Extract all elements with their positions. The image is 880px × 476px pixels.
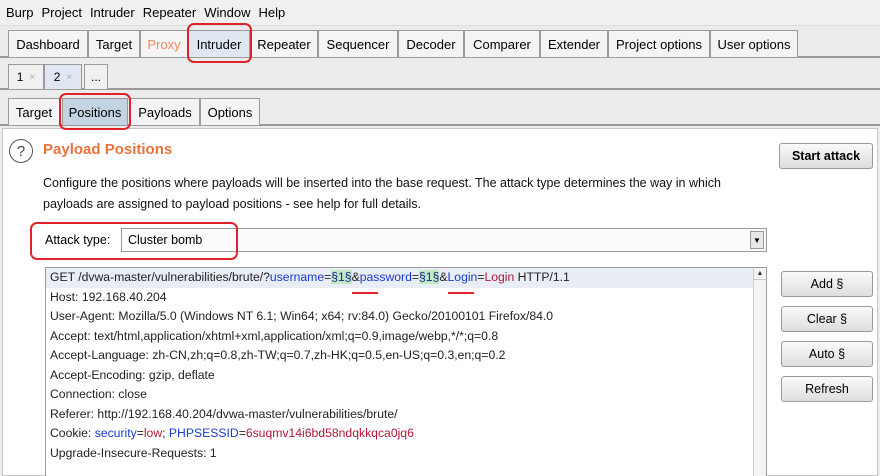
tab-intruder[interactable]: Intruder — [188, 30, 250, 57]
param-username: username — [269, 270, 325, 284]
menu-window[interactable]: Window — [202, 5, 252, 20]
close-icon[interactable]: × — [66, 72, 72, 83]
tab-extender[interactable]: Extender — [540, 30, 608, 57]
header-cookie: Cookie: security=low; PHPSESSID=6suqmv14… — [50, 426, 414, 440]
payload-positions-panel: ? Payload Positions Configure the positi… — [2, 128, 878, 476]
intruder-subtabs: Target Positions Payloads Options — [0, 96, 880, 126]
intruder-tab-2[interactable]: 2 × — [44, 64, 82, 89]
intruder-instance-tabs: 1 × 2 × ... — [0, 62, 880, 90]
new-tab-button[interactable]: ... — [84, 64, 108, 89]
subtab-target[interactable]: Target — [8, 98, 60, 125]
close-icon[interactable]: × — [29, 72, 35, 83]
header-referer: Referer: http://192.168.40.204/dvwa-mast… — [50, 406, 398, 421]
payload-marker-1: §1§ — [331, 270, 352, 284]
intruder-tab-1[interactable]: 1 × — [8, 64, 44, 89]
tab-user-options[interactable]: User options — [710, 30, 798, 57]
menu-project[interactable]: Project — [39, 5, 83, 20]
subtab-positions[interactable]: Positions — [62, 98, 128, 125]
panel-title: Payload Positions — [43, 141, 173, 158]
editor-scrollbar[interactable]: ▲ — [753, 268, 766, 476]
tab-decoder[interactable]: Decoder — [398, 30, 464, 57]
header-connection: Connection: close — [50, 387, 147, 401]
menu-burp[interactable]: Burp — [4, 5, 35, 20]
panel-description: Configure the positions where payloads w… — [43, 176, 721, 211]
attack-type-label: Attack type: — [45, 233, 111, 247]
subtab-payloads[interactable]: Payloads — [130, 98, 200, 125]
tab-proxy[interactable]: Proxy — [140, 30, 188, 57]
attack-type-value: Cluster bomb — [128, 233, 203, 247]
tab-comparer[interactable]: Comparer — [464, 30, 540, 57]
tab-repeater[interactable]: Repeater — [250, 30, 318, 57]
header-user-agent: User-Agent: Mozilla/5.0 (Windows NT 6.1;… — [50, 309, 554, 323]
request-line: GET /dvwa-master/vulnerabilities/brute/?… — [46, 268, 766, 288]
chevron-down-icon[interactable]: ▼ — [750, 231, 764, 249]
attack-type-select[interactable]: Cluster bomb ▼ — [121, 228, 767, 252]
menu-bar: Burp Project Intruder Repeater Window He… — [0, 0, 880, 26]
menu-repeater[interactable]: Repeater — [141, 5, 198, 20]
clear-markers-button[interactable]: Clear § — [781, 306, 873, 332]
main-tab-bar: Dashboard Target Proxy Intruder Repeater… — [0, 28, 880, 58]
help-icon[interactable]: ? — [9, 139, 33, 163]
refresh-button[interactable]: Refresh — [781, 376, 873, 402]
start-attack-button[interactable]: Start attack — [779, 143, 873, 169]
tab-target[interactable]: Target — [88, 30, 140, 57]
menu-help[interactable]: Help — [256, 5, 287, 20]
scroll-up-icon[interactable]: ▲ — [754, 268, 766, 280]
header-accept: Accept: text/html,application/xhtml+xml,… — [50, 328, 499, 343]
subtab-options[interactable]: Options — [200, 98, 260, 125]
menu-intruder[interactable]: Intruder — [88, 5, 137, 20]
payload-marker-2: §1§ — [419, 270, 440, 284]
tab-project-options[interactable]: Project options — [608, 30, 710, 57]
header-host: Host: 192.168.40.204 — [50, 289, 167, 304]
tab-dashboard[interactable]: Dashboard — [8, 30, 88, 57]
auto-markers-button[interactable]: Auto § — [781, 341, 873, 367]
tab-sequencer[interactable]: Sequencer — [318, 30, 398, 57]
header-accept-language: Accept-Language: zh-CN,zh;q=0.8,zh-TW;q=… — [50, 348, 506, 362]
add-marker-button[interactable]: Add § — [781, 271, 873, 297]
param-password: password — [359, 270, 412, 284]
header-accept-encoding: Accept-Encoding: gzip, deflate — [50, 367, 215, 382]
header-upgrade-insecure: Upgrade-Insecure-Requests: 1 — [50, 445, 217, 460]
param-login: Login — [447, 270, 478, 284]
request-editor[interactable]: GET /dvwa-master/vulnerabilities/brute/?… — [45, 267, 767, 476]
